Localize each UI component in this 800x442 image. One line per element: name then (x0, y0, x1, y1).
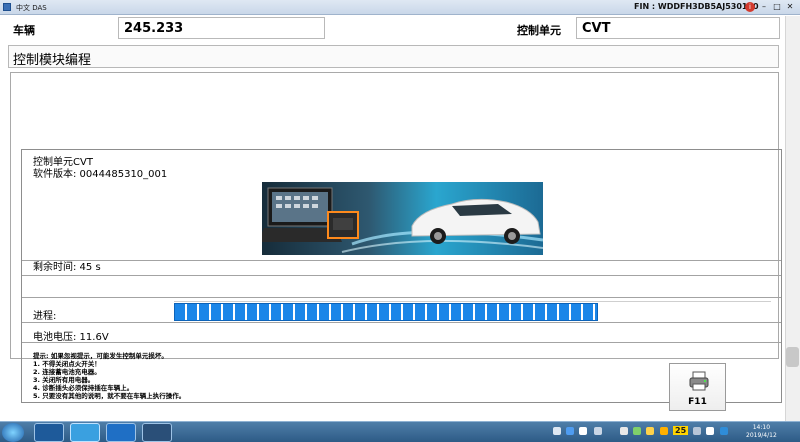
battery-voltage: 电池电压: 11.6V (33, 332, 109, 343)
tray-icon-3[interactable] (579, 427, 587, 435)
tray-number-badge[interactable]: 25 (673, 426, 689, 435)
info-icon[interactable]: i (745, 2, 755, 12)
progress-bar (174, 303, 598, 321)
remaining-time: 剩余时间: 45 s (33, 262, 101, 273)
remaining-time-section: 剩余时间: 45 s (22, 261, 781, 276)
tray-icon-11[interactable] (720, 427, 728, 435)
note-item-5: 5. 只要没有其他的说明，就不要在车辆上执行操作。 (33, 392, 186, 400)
das-banner-image (262, 182, 543, 255)
window-title-bar: 中文 DAS FIN : WDDFH3DB5AJ530160 i – □ ✕ (0, 0, 800, 15)
tray-icon-8[interactable] (660, 427, 668, 435)
tray-icon-7[interactable] (646, 427, 654, 435)
tray-icon-4[interactable] (594, 427, 602, 435)
clock-date: 2019/4/12 (746, 432, 777, 439)
tray-icon-1[interactable] (553, 427, 561, 435)
xentry-taskbar-icon[interactable] (34, 423, 64, 442)
blank-section (22, 276, 781, 298)
fin-number: FIN : WDDFH3DB5AJ530160 (634, 2, 759, 11)
printer-icon (689, 371, 709, 391)
taskbar: 25 14:10 2019/4/12 (0, 421, 800, 442)
progress-label: 进程: (33, 311, 57, 322)
start-button[interactable] (2, 423, 24, 442)
tray-icon-6[interactable] (633, 427, 641, 435)
clock-time: 14:10 (752, 424, 771, 431)
vehicle-value: 245.233 (118, 17, 325, 39)
teamviewer-taskbar-icon[interactable] (106, 423, 136, 442)
f11-print-button[interactable]: F11 (669, 363, 726, 411)
app-icon (3, 3, 11, 11)
taskbar-clock[interactable]: 14:10 2019/4/12 (746, 424, 777, 440)
info-box: 控制单元CVT 软件版本: 0044485310_001 剩余时间: 45 s … (21, 149, 782, 403)
diagnostic-device-icon (327, 211, 359, 239)
main-panel: 控制单元CVT 软件版本: 0044485310_001 剩余时间: 45 s … (10, 72, 782, 403)
control-unit-value: CVT (576, 17, 780, 39)
close-button[interactable]: ✕ (784, 2, 796, 12)
f11-label: F11 (688, 397, 707, 407)
maximize-button[interactable]: □ (771, 2, 783, 12)
vehicle-label: 车辆 (13, 24, 35, 37)
control-unit-label: 控制单元 (517, 24, 561, 37)
software-version-line: 软件版本: 0044485310_001 (33, 169, 168, 180)
window-title: 中文 DAS (16, 4, 47, 12)
mercedes-taskbar-icon[interactable] (142, 423, 172, 442)
page-title: 控制模块编程 (8, 45, 779, 68)
battery-section: 电池电压: 11.6V (22, 323, 781, 343)
tray-icon-5[interactable] (620, 427, 628, 435)
scrollbar-thumb[interactable] (786, 347, 799, 367)
das-taskbar-icon[interactable] (70, 423, 100, 442)
tray-icon-2[interactable] (566, 427, 574, 435)
tray-icon-9[interactable] (693, 427, 701, 435)
tray-icon-10[interactable] (706, 427, 714, 435)
minimize-button[interactable]: – (758, 2, 770, 12)
unit-section: 控制单元CVT 软件版本: 0044485310_001 (22, 150, 781, 261)
